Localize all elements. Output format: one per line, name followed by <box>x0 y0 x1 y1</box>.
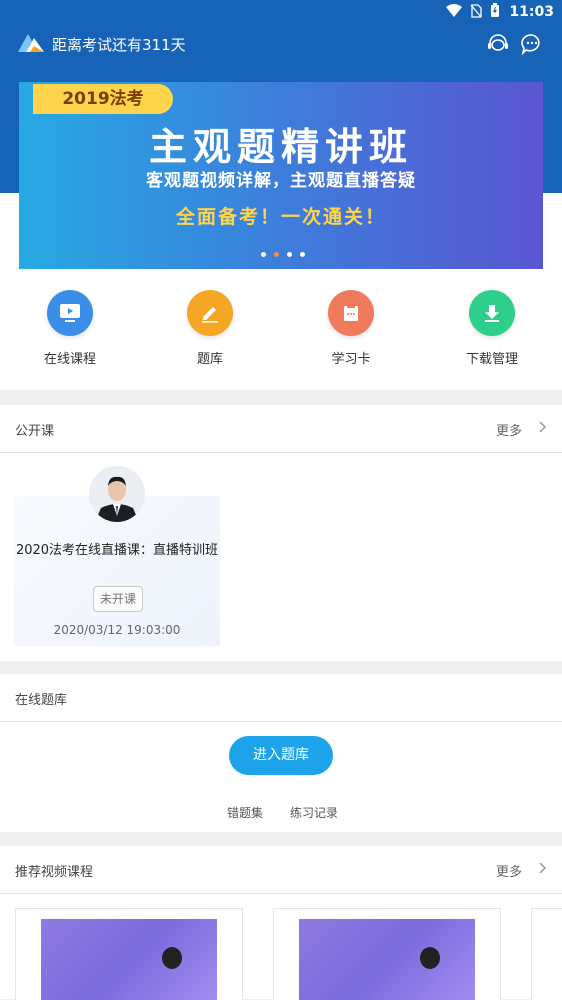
course-title[interactable]: 2020法考在线直播课：直播特训班 <box>14 543 220 559</box>
section-header: 公开课 更多 <box>0 405 562 453</box>
nav-question-bank[interactable]: 题库 <box>150 290 270 367</box>
chevron-right-icon[interactable] <box>538 861 548 875</box>
promo-banner[interactable]: 2019法考 主观题精讲班 客观题视频详解，主观题直播答疑 全面备考！一次通关！ <box>19 82 543 269</box>
section-header: 推荐视频课程 更多 <box>0 846 562 894</box>
video-course-card[interactable] <box>273 908 501 1000</box>
app-logo-icon <box>18 34 44 52</box>
nav-download-manager[interactable]: 下载管理 <box>432 290 552 367</box>
banner-dot[interactable] <box>287 252 292 257</box>
status-time: 11:03 <box>509 4 554 20</box>
section-title: 推荐视频课程 <box>15 865 94 880</box>
nav-label: 在线课程 <box>43 352 96 367</box>
exam-countdown: 距离考试还有311天 <box>52 36 186 54</box>
banner-slogan: 全面备考！一次通关！ <box>175 206 386 228</box>
download-icon <box>469 290 515 336</box>
section-title: 公开课 <box>15 424 55 439</box>
more-link[interactable]: 更多 <box>496 420 522 439</box>
banner-dot-active[interactable] <box>274 252 279 257</box>
video-thumbnail <box>299 919 475 1000</box>
title-bar: 距离考试还有311天 <box>0 28 562 60</box>
chevron-right-icon[interactable] <box>538 420 548 434</box>
question-bank-icon <box>187 290 233 336</box>
section-header: 在线题库 <box>0 674 562 722</box>
section-title: 在线题库 <box>15 693 68 708</box>
teacher-image <box>162 947 182 969</box>
nav-label: 题库 <box>196 352 223 367</box>
more-link[interactable]: 更多 <box>496 861 522 880</box>
video-course-card[interactable] <box>531 908 562 1000</box>
enter-question-bank-button[interactable]: 进入题库 <box>229 736 333 775</box>
no-sim-icon <box>470 3 482 18</box>
nav-study-card[interactable]: 学习卡 <box>291 290 411 367</box>
course-status-badge: 未开课 <box>93 586 143 612</box>
video-course-card[interactable] <box>15 908 243 1000</box>
message-icon[interactable] <box>520 32 544 56</box>
banner-dot[interactable] <box>261 252 266 257</box>
customer-service-icon[interactable] <box>486 32 510 56</box>
teacher-avatar <box>89 466 145 522</box>
battery-icon <box>491 3 499 17</box>
nav-online-courses[interactable]: 在线课程 <box>10 290 130 367</box>
banner-pagination <box>261 252 305 257</box>
study-card-icon <box>328 290 374 336</box>
practice-records-link[interactable]: 练习记录 <box>290 804 338 821</box>
banner-dot[interactable] <box>300 252 305 257</box>
online-course-icon <box>47 290 93 336</box>
banner-subtitle: 客观题视频详解，主观题直播答疑 <box>146 171 416 191</box>
wifi-icon <box>446 3 462 17</box>
course-time: 2020/03/12 19:03:00 <box>53 623 181 637</box>
status-bar: 11:03 <box>0 0 562 24</box>
banner-tag: 2019法考 <box>33 84 173 114</box>
video-thumbnail <box>41 919 217 1000</box>
nav-label: 学习卡 <box>331 352 371 367</box>
wrong-questions-link[interactable]: 错题集 <box>227 804 263 821</box>
nav-label: 下载管理 <box>465 352 518 367</box>
teacher-image <box>420 947 440 969</box>
status-icons <box>446 3 500 18</box>
banner-title: 主观题精讲班 <box>148 125 413 169</box>
